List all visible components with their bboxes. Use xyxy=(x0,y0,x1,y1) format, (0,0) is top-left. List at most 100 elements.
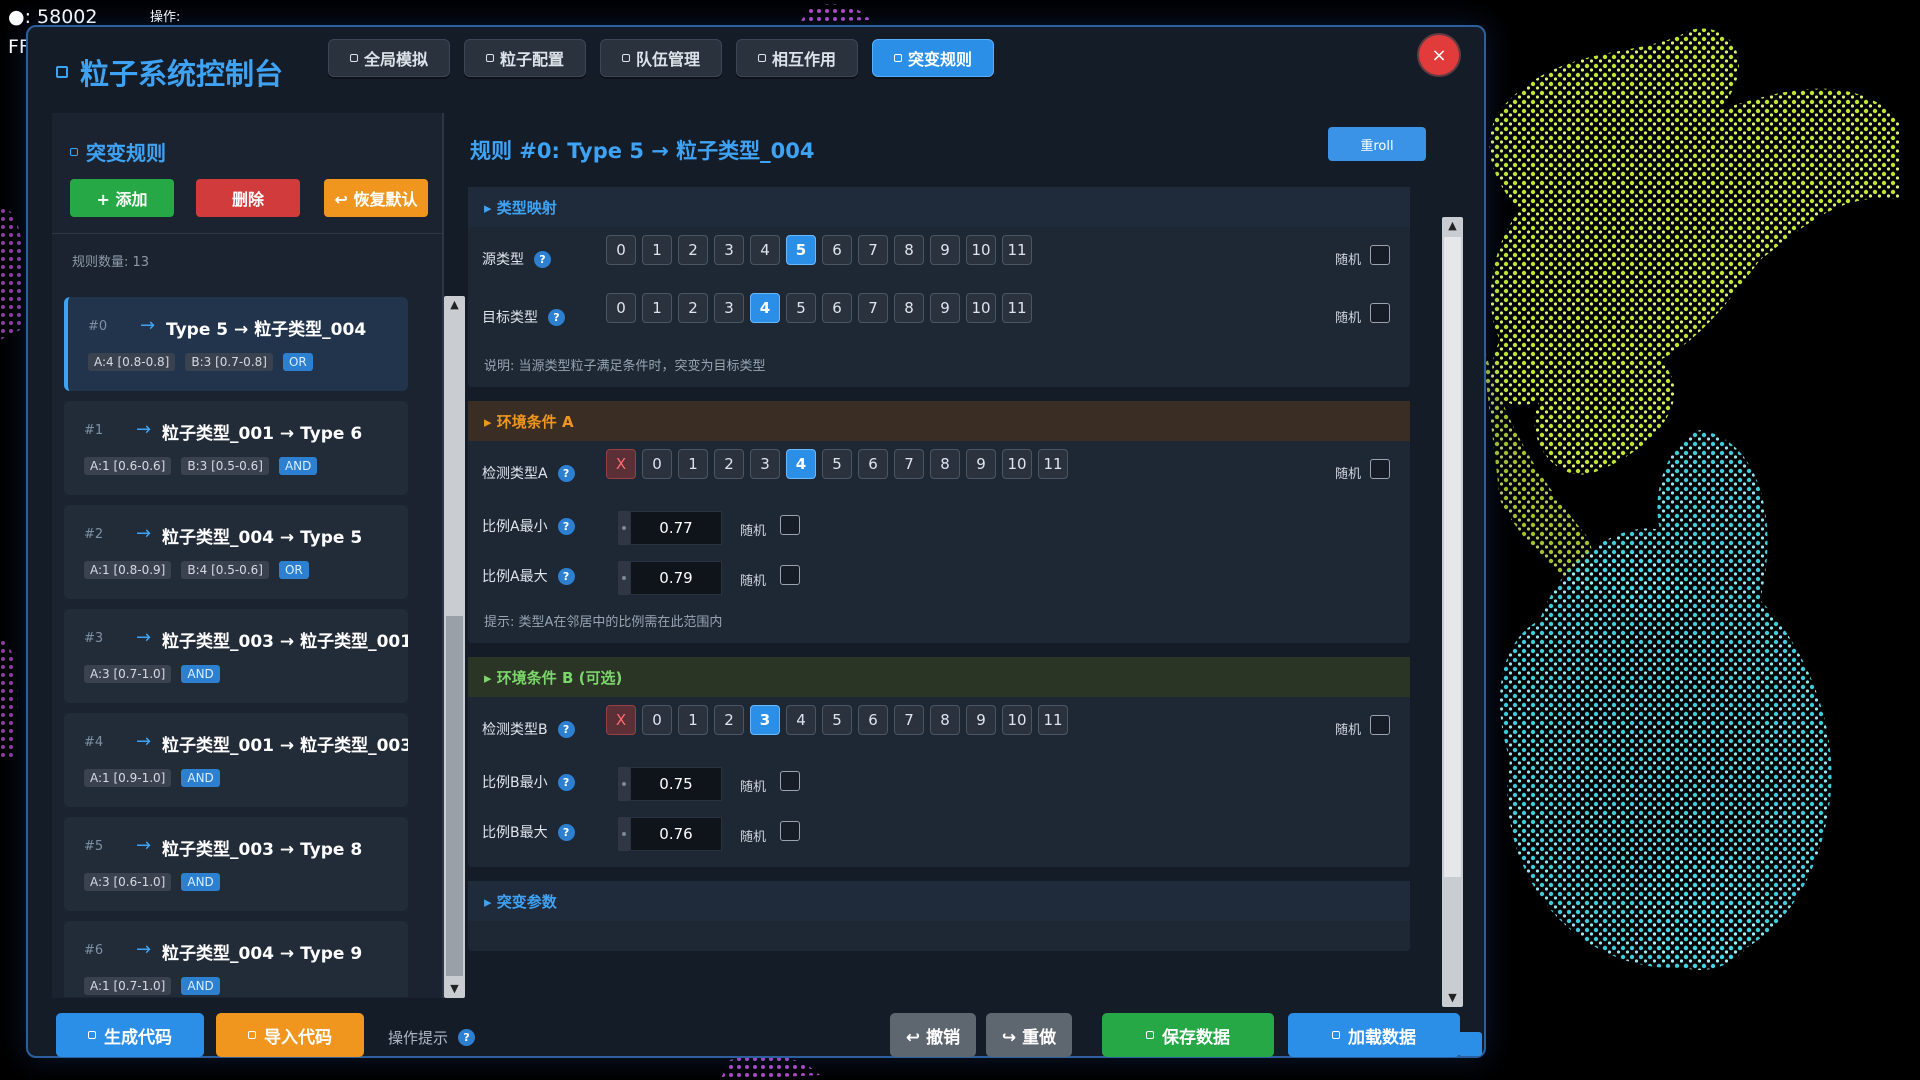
editor-scrollbar[interactable]: ▲ ▼ xyxy=(1442,217,1463,1007)
random-checkbox[interactable] xyxy=(780,771,800,791)
rule-item[interactable]: #0 → Type 5 → 粒子类型_004 A:4 [0.8-0.8] B:3 [0.… xyxy=(64,297,408,391)
type-option-button[interactable]: 7 xyxy=(858,235,888,265)
type-option-button[interactable]: 4 xyxy=(786,449,816,479)
load-data-button[interactable]: 加载数据 xyxy=(1288,1013,1460,1057)
type-option-button[interactable]: 8 xyxy=(930,705,960,735)
type-option-button[interactable]: 8 xyxy=(894,293,924,323)
random-checkbox[interactable] xyxy=(780,821,800,841)
scroll-down-icon[interactable]: ▼ xyxy=(444,980,465,998)
rule-list-scrollbar[interactable]: ▲ ▼ xyxy=(444,296,465,998)
type-map-header[interactable]: ▸ 类型映射 xyxy=(468,187,1410,227)
type-option-button[interactable]: 11 xyxy=(1038,705,1068,735)
type-option-button[interactable]: 5 xyxy=(822,705,852,735)
type-option-button[interactable]: 2 xyxy=(714,449,744,479)
random-checkbox[interactable] xyxy=(1370,459,1390,479)
import-code-button[interactable]: 导入代码 xyxy=(216,1013,364,1057)
type-option-button[interactable]: 2 xyxy=(678,293,708,323)
help-icon[interactable]: ? xyxy=(534,250,551,268)
mutation-params-header[interactable]: ▸ 突变参数 xyxy=(468,881,1410,921)
random-checkbox[interactable] xyxy=(1370,303,1390,323)
rule-item[interactable]: #6 → 粒子类型_004 → Type 9 A:1 [0.7-1.0] AND xyxy=(64,921,408,997)
type-option-button[interactable]: 2 xyxy=(714,705,744,735)
tab-interaction[interactable]: 相互作用 xyxy=(736,39,858,77)
type-option-button[interactable]: 0 xyxy=(642,449,672,479)
type-option-button[interactable]: 10 xyxy=(966,235,996,265)
drag-handle[interactable] xyxy=(618,511,630,545)
tab-global-sim[interactable]: 全局模拟 xyxy=(328,39,450,77)
generate-code-button[interactable]: 生成代码 xyxy=(56,1013,204,1057)
drag-handle[interactable] xyxy=(618,817,630,851)
condition-b-header[interactable]: ▸ 环境条件 B (可选) xyxy=(468,657,1410,697)
type-option-button[interactable]: 7 xyxy=(894,449,924,479)
ratio-a-max-input[interactable]: 0.79 xyxy=(630,561,722,595)
type-option-button[interactable]: 3 xyxy=(714,235,744,265)
rule-item[interactable]: #5 → 粒子类型_003 → Type 8 A:3 [0.6-1.0] AND xyxy=(64,817,408,911)
type-option-button[interactable]: 4 xyxy=(750,293,780,323)
tab-mutation-rules[interactable]: 突变规则 xyxy=(872,39,994,77)
type-option-button[interactable]: 4 xyxy=(786,705,816,735)
type-option-button[interactable]: 1 xyxy=(642,235,672,265)
help-icon[interactable]: ? xyxy=(557,823,575,841)
type-option-button[interactable]: 5 xyxy=(786,293,816,323)
undo-button[interactable]: ↩ 撤销 xyxy=(890,1013,976,1057)
type-option-button[interactable]: 9 xyxy=(966,705,996,735)
rule-item[interactable]: #2 → 粒子类型_004 → Type 5 A:1 [0.8-0.9] B:4 [0.… xyxy=(64,505,408,599)
help-icon[interactable]: ? xyxy=(557,720,575,738)
tab-particle-config[interactable]: 粒子配置 xyxy=(464,39,586,77)
ratio-b-min-input[interactable]: 0.75 xyxy=(630,767,722,801)
type-option-button[interactable]: 11 xyxy=(1038,449,1068,479)
delete-rule-button[interactable]: 删除 xyxy=(196,179,300,217)
type-option-button[interactable]: 6 xyxy=(822,293,852,323)
reset-default-button[interactable]: ↩ 恢复默认 xyxy=(324,179,428,217)
condition-a-header[interactable]: ▸ 环境条件 A xyxy=(468,401,1410,441)
type-option-button[interactable]: 8 xyxy=(930,449,960,479)
help-icon[interactable]: ? xyxy=(557,567,575,585)
type-option-button[interactable]: 2 xyxy=(678,235,708,265)
clear-type-button[interactable]: X xyxy=(606,705,636,735)
type-option-button[interactable]: 5 xyxy=(822,449,852,479)
type-option-button[interactable]: 1 xyxy=(678,449,708,479)
random-checkbox[interactable] xyxy=(1370,715,1390,735)
type-option-button[interactable]: 5 xyxy=(786,235,816,265)
help-icon[interactable]: ? xyxy=(557,517,575,535)
random-checkbox[interactable] xyxy=(780,565,800,585)
type-option-button[interactable]: 6 xyxy=(858,449,888,479)
help-icon[interactable]: ? xyxy=(458,1029,476,1046)
type-option-button[interactable]: 9 xyxy=(930,293,960,323)
type-option-button[interactable]: 11 xyxy=(1002,235,1032,265)
type-option-button[interactable]: 6 xyxy=(822,235,852,265)
redo-button[interactable]: ↪ 重做 xyxy=(986,1013,1072,1057)
type-option-button[interactable]: 1 xyxy=(642,293,672,323)
help-icon[interactable]: ? xyxy=(557,773,575,791)
help-icon[interactable]: ? xyxy=(557,464,575,482)
rule-item[interactable]: #3 → 粒子类型_003 → 粒子类型_001 A:3 [0.7-1.0] AND xyxy=(64,609,408,703)
rule-item[interactable]: #1 → 粒子类型_001 → Type 6 A:1 [0.6-0.6] B:3 [0.… xyxy=(64,401,408,495)
scroll-up-icon[interactable]: ▲ xyxy=(444,296,465,314)
save-data-button[interactable]: 保存数据 xyxy=(1102,1013,1274,1057)
scroll-down-icon[interactable]: ▼ xyxy=(1442,989,1463,1007)
random-checkbox[interactable] xyxy=(1370,245,1390,265)
help-icon[interactable]: ? xyxy=(548,308,565,326)
type-option-button[interactable]: 7 xyxy=(894,705,924,735)
ratio-a-min-input[interactable]: 0.77 xyxy=(630,511,722,545)
type-option-button[interactable]: 0 xyxy=(606,235,636,265)
clear-type-button[interactable]: X xyxy=(606,449,636,479)
type-option-button[interactable]: 10 xyxy=(966,293,996,323)
type-option-button[interactable]: 9 xyxy=(930,235,960,265)
tab-team-management[interactable]: 队伍管理 xyxy=(600,39,722,77)
type-option-button[interactable]: 8 xyxy=(894,235,924,265)
type-option-button[interactable]: 10 xyxy=(1002,705,1032,735)
type-option-button[interactable]: 3 xyxy=(750,449,780,479)
rule-item[interactable]: #4 → 粒子类型_001 → 粒子类型_003 A:1 [0.9-1.0] AND xyxy=(64,713,408,807)
add-rule-button[interactable]: + 添加 xyxy=(70,179,174,217)
type-option-button[interactable]: 9 xyxy=(966,449,996,479)
type-option-button[interactable]: 4 xyxy=(750,235,780,265)
random-checkbox[interactable] xyxy=(780,515,800,535)
type-option-button[interactable]: 11 xyxy=(1002,293,1032,323)
type-option-button[interactable]: 3 xyxy=(750,705,780,735)
type-option-button[interactable]: 6 xyxy=(858,705,888,735)
drag-handle[interactable] xyxy=(618,767,630,801)
scroll-thumb[interactable] xyxy=(446,616,463,976)
type-option-button[interactable]: 1 xyxy=(678,705,708,735)
resize-handle-icon[interactable] xyxy=(1458,1032,1482,1056)
